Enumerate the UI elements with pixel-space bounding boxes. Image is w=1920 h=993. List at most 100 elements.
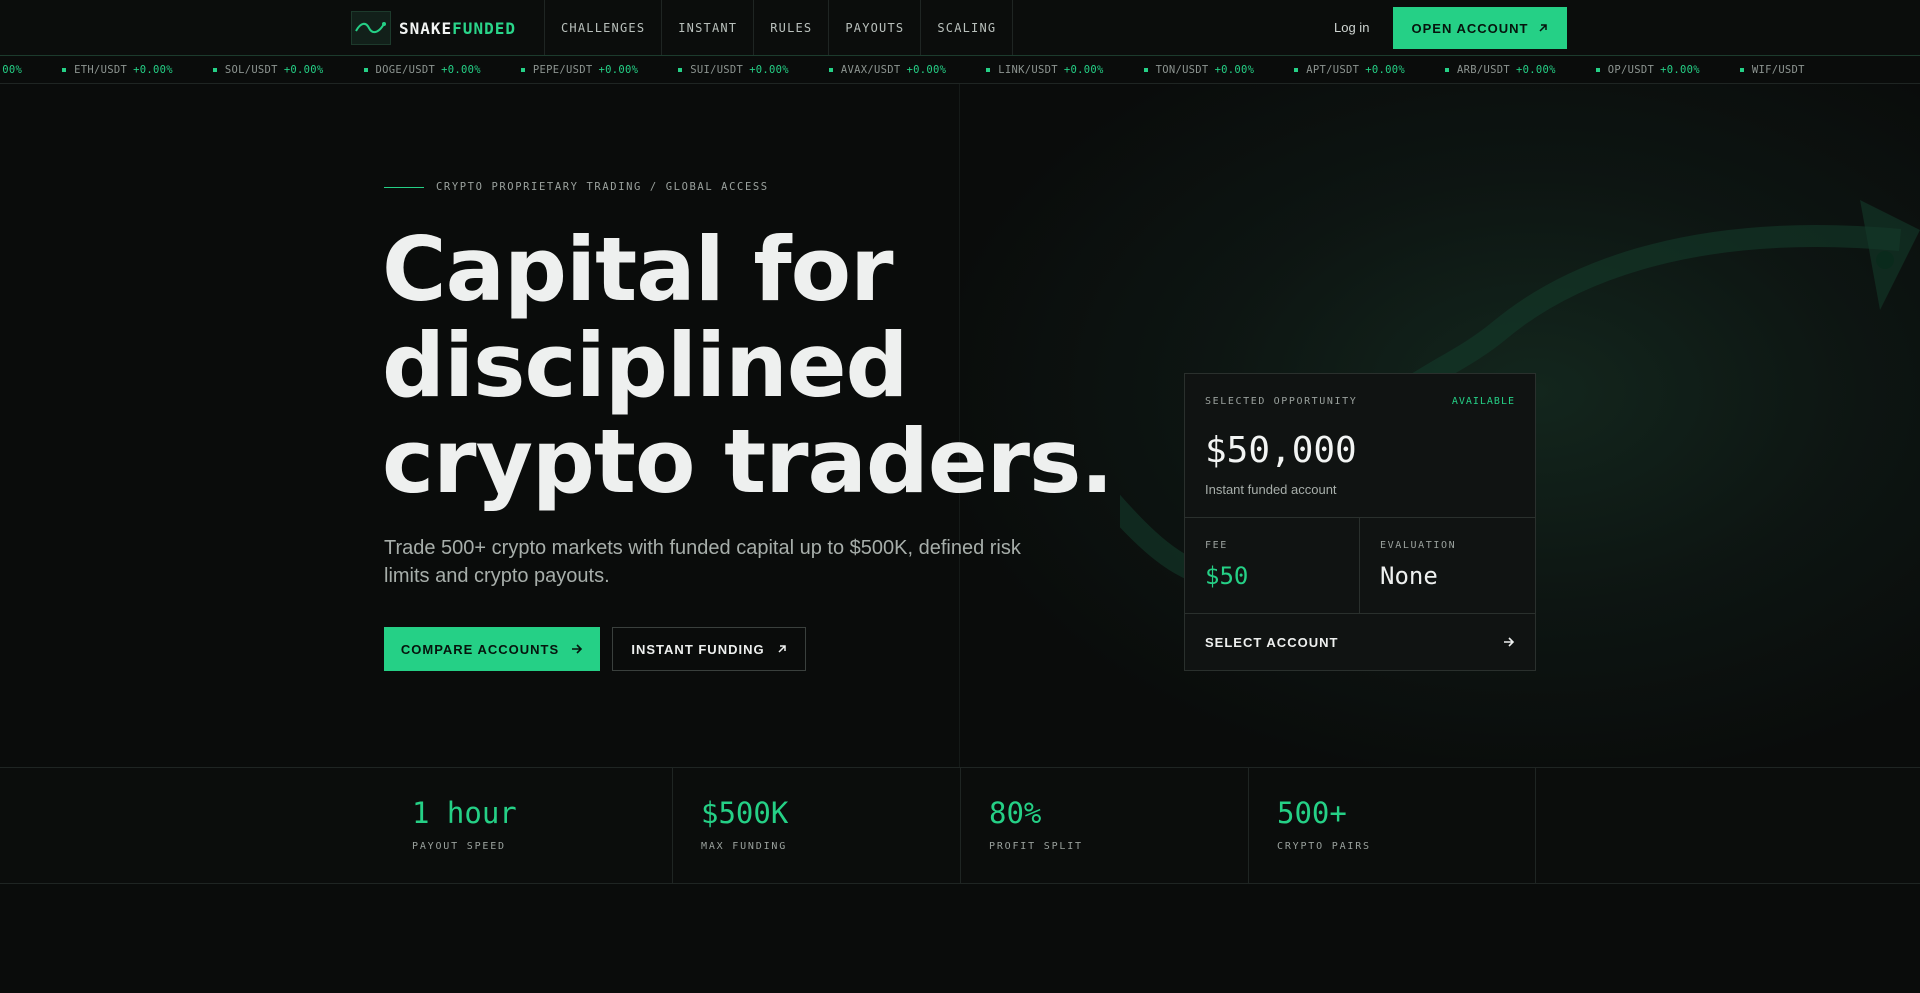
nav-link-instant[interactable]: INSTANT	[661, 0, 753, 55]
card-details: FEE $50 EVALUATION None	[1185, 518, 1535, 614]
ticker-dot-icon	[1595, 67, 1600, 72]
ticker-dot-icon	[62, 67, 67, 72]
ticker-item: WIF/USDT	[1739, 63, 1805, 76]
ticker-item: SOL/USDT +0.00%	[212, 63, 324, 76]
select-account-label: SELECT ACCOUNT	[1205, 634, 1339, 650]
ticker-track: 0.00%ETH/USDT+0.00%SOL/USDT+0.00%DOGE/US…	[0, 56, 1845, 83]
brand-name-part1: SNAKE	[399, 18, 453, 38]
ticker-pair: DOGE/USDT	[375, 63, 436, 76]
ticker-item: OP/USDT +0.00%	[1595, 63, 1700, 76]
nav-link-challenges[interactable]: CHALLENGES	[544, 0, 661, 55]
nav-link-rules[interactable]: RULES	[753, 0, 828, 55]
ticker-dot-icon	[1294, 67, 1299, 72]
ticker-item: TON/USDT +0.00%	[1143, 63, 1255, 76]
ticker-dot-icon	[1739, 67, 1744, 72]
arrow-up-right-icon	[778, 645, 786, 653]
evaluation-label: EVALUATION	[1380, 540, 1457, 551]
brand-name: SNAKEFUNDED	[399, 19, 516, 38]
ticker-pair: WIF/USDT	[1751, 63, 1805, 76]
ticker-change: +0.00%	[1516, 63, 1556, 76]
login-link[interactable]: Log in	[1334, 20, 1369, 35]
ticker-change: +0.00%	[906, 63, 947, 76]
ticker-change: +0.00%	[133, 63, 173, 76]
ticker-change: +0.00%	[1214, 63, 1255, 76]
ticker-item: LINK/USDT +0.00%	[986, 64, 1103, 76]
headline-line-2: disciplined	[382, 314, 909, 417]
ticker-pair: ARB/USDT	[1457, 63, 1510, 76]
snake-logo-icon	[351, 11, 391, 45]
eyebrow-text: CRYPTO PROPRIETARY TRADING / GLOBAL ACCE…	[436, 181, 769, 193]
hero-subhead: Trade 500+ crypto markets with funded ca…	[384, 537, 1021, 587]
arrow-right-icon	[1504, 637, 1515, 647]
ticker-change: +0.00%	[749, 63, 789, 76]
opportunity-card: SELECTED OPPORTUNITY AVAILABLE $50,000 I…	[1184, 373, 1536, 671]
evaluation-cell: EVALUATION None	[1360, 518, 1535, 614]
stat-max-funding: $500K MAX FUNDING	[672, 768, 960, 883]
hero-headline: Capital for disciplined crypto traders.	[382, 222, 1142, 510]
ticker-pair: ETH/USDT	[74, 63, 128, 76]
top-nav: SNAKEFUNDED CHALLENGES INSTANT RULES PAY…	[0, 0, 1920, 55]
ticker-dot-icon	[212, 67, 217, 72]
stat-value: 500+	[1277, 796, 1347, 830]
ticker-item: PEPE/USDT +0.00%	[520, 63, 639, 76]
ticker-dot-icon	[363, 67, 368, 72]
ticker-change: +0.00%	[1365, 63, 1406, 76]
brand-name-part2: FUNDED	[452, 18, 516, 38]
price-ticker: 0.00%ETH/USDT+0.00%SOL/USDT+0.00%DOGE/US…	[0, 55, 1920, 84]
select-account-button[interactable]: SELECT ACCOUNT	[1185, 614, 1535, 670]
ticker-dot-icon	[678, 67, 683, 72]
stat-value: 80%	[989, 796, 1042, 830]
stat-profit-split: 80% PROFIT SPLIT	[960, 768, 1248, 883]
ticker-item: APT/USDT +0.00%	[1294, 64, 1405, 76]
ticker-dot-icon	[828, 67, 833, 72]
fee-cell: FEE $50	[1185, 518, 1360, 614]
ticker-item: AVAX/USDT +0.00%	[828, 63, 947, 76]
ticker-pair: AVAX/USDT	[840, 63, 901, 76]
headline-line-1: Capital for	[382, 218, 894, 321]
status-badge: AVAILABLE	[1451, 396, 1515, 407]
ticker-dot-icon	[520, 67, 525, 72]
instant-funding-button[interactable]: INSTANT FUNDING	[612, 627, 806, 671]
compare-accounts-button[interactable]: COMPARE ACCOUNTS	[384, 627, 600, 671]
stat-crypto-pairs: 500+ CRYPTO PAIRS	[1248, 768, 1536, 883]
ticker-change: 0.00%	[0, 63, 23, 76]
stat-value: $500K	[701, 796, 789, 830]
ticker-pair: OP/USDT	[1607, 63, 1655, 76]
ticker-pair: PEPE/USDT	[532, 63, 593, 76]
ticker-dot-icon	[986, 67, 991, 72]
fee-label: FEE	[1205, 540, 1228, 551]
arrow-right-icon	[572, 644, 583, 654]
ticker-change: +0.00%	[283, 63, 324, 76]
ticker-change: +0.00%	[1660, 63, 1700, 76]
ticker-item: ETH/USDT +0.00%	[62, 64, 173, 76]
stats-bar: 1 hour PAYOUT SPEED $500K MAX FUNDING 80…	[0, 767, 1920, 884]
hero-eyebrow: CRYPTO PROPRIETARY TRADING / GLOBAL ACCE…	[384, 181, 769, 193]
instant-funding-label: INSTANT FUNDING	[631, 641, 765, 657]
headline-line-3: crypto traders.	[382, 410, 1114, 513]
ticker-item: SUI/USDT +0.00%	[678, 64, 789, 76]
ticker-pair: LINK/USDT	[998, 63, 1058, 76]
eyebrow-line	[384, 186, 424, 188]
account-description: Instant funded account	[1205, 482, 1337, 497]
stat-label: CRYPTO PAIRS	[1277, 841, 1371, 852]
ticker-pair: TON/USDT	[1155, 63, 1209, 76]
card-label: SELECTED OPPORTUNITY	[1205, 396, 1358, 407]
card-header: SELECTED OPPORTUNITY AVAILABLE $50,000 I…	[1185, 374, 1535, 518]
brand-logo[interactable]: SNAKEFUNDED	[351, 11, 516, 45]
open-account-button[interactable]: OPEN ACCOUNT	[1393, 7, 1567, 49]
stat-label: PAYOUT SPEED	[412, 841, 506, 852]
nav-links: CHALLENGES INSTANT RULES PAYOUTS SCALING	[544, 0, 1014, 55]
nav-link-payouts[interactable]: PAYOUTS	[828, 0, 920, 55]
arrow-up-right-icon	[1539, 24, 1548, 32]
account-amount: $50,000	[1205, 430, 1357, 471]
compare-accounts-label: COMPARE ACCOUNTS	[400, 641, 560, 657]
open-account-label: OPEN ACCOUNT	[1411, 20, 1529, 36]
ticker-change: +0.00%	[598, 63, 639, 76]
stat-payout-speed: 1 hour PAYOUT SPEED	[384, 768, 672, 883]
ticker-item: 0.00%	[0, 64, 22, 76]
stat-label: MAX FUNDING	[701, 841, 788, 852]
ticker-dot-icon	[1143, 67, 1148, 72]
ticker-item: DOGE/USDT +0.00%	[363, 63, 481, 76]
nav-link-scaling[interactable]: SCALING	[920, 0, 1014, 55]
ticker-pair: SUI/USDT	[690, 63, 744, 76]
